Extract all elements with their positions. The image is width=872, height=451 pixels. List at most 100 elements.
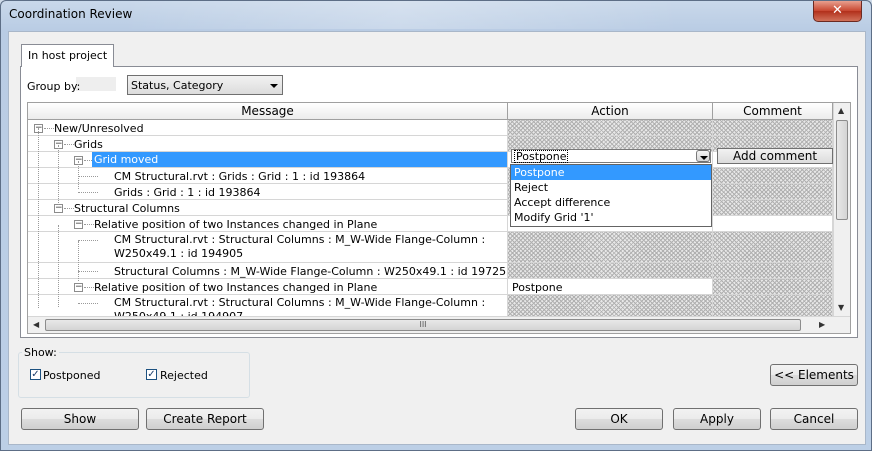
vertical-scroll-thumb[interactable]	[836, 120, 848, 220]
vertical-scrollbar[interactable]: ▲ ▼	[833, 103, 850, 316]
message-cell[interactable]: − Relative position of two Instances chan…	[28, 279, 508, 294]
message-text: Grids	[74, 138, 103, 151]
scroll-down-icon[interactable]: ▼	[838, 303, 844, 312]
group-by-value: Status, Category	[131, 79, 224, 92]
message-cell[interactable]: − Grids	[28, 136, 508, 151]
message-text: Relative position of two Instances chang…	[94, 281, 378, 294]
message-cell[interactable]: − Grid moved	[28, 152, 508, 167]
table-row[interactable]: CM Structural.rvt : Structural Columns :…	[28, 232, 833, 263]
window-title: Coordination Review	[9, 7, 133, 21]
action-cell[interactable]	[508, 120, 713, 135]
table-row[interactable]: Structural Columns : M_W-Wide Flange-Col…	[28, 263, 833, 279]
table-row[interactable]: − Grid moved	[28, 152, 833, 168]
table-row[interactable]: CM Structural.rvt : Grids : Grid : 1 : i…	[28, 168, 833, 184]
tree-guide-line	[78, 161, 79, 189]
message-text: Grids : Grid : 1 : id 193864	[114, 186, 261, 199]
group-by-select[interactable]: Status, Category	[127, 75, 283, 95]
comment-cell[interactable]	[713, 184, 833, 199]
rejected-label[interactable]: Rejected	[160, 369, 208, 382]
message-cell[interactable]: − Relative position of two Instances chan…	[28, 216, 508, 231]
message-text: CM Structural.rvt : Grids : Grid : 1 : i…	[114, 170, 366, 183]
tree-connector	[78, 192, 98, 193]
comment-cell[interactable]	[713, 216, 833, 231]
group-by-label: Group by:	[27, 80, 81, 93]
tree-connector	[84, 287, 94, 288]
action-cell[interactable]	[508, 263, 713, 278]
tab-panel: Group by: Status, Category Message Actio…	[20, 66, 858, 338]
dropdown-option[interactable]: Reject	[511, 180, 711, 195]
action-cell[interactable]: Postpone	[508, 279, 713, 294]
dropdown-option[interactable]: Modify Grid '1'	[511, 210, 711, 225]
collapse-toggle-icon[interactable]: −	[54, 204, 63, 213]
tree-guide-line	[78, 241, 79, 281]
messages-grid: Message Action Comment − New/Unresolved − G…	[27, 102, 851, 334]
message-cell[interactable]: CM Structural.rvt : Grids : Grid : 1 : i…	[28, 168, 508, 183]
tab-in-host-project[interactable]: In host project	[21, 44, 115, 67]
column-header-message[interactable]: Message	[28, 103, 508, 120]
titlebar-background	[121, 1, 681, 29]
cancel-button[interactable]: Cancel	[770, 408, 858, 430]
close-button[interactable]: ✕	[813, 1, 862, 22]
action-dropdown[interactable]: Postpone	[511, 149, 711, 163]
action-cell[interactable]	[508, 232, 713, 262]
comment-cell[interactable]	[713, 279, 833, 294]
scroll-left-icon[interactable]: ◀	[33, 320, 39, 329]
tree-guide-line	[58, 225, 59, 307]
column-header-action[interactable]: Action	[508, 103, 713, 120]
table-row[interactable]: − Relative position of two Instances chan…	[28, 216, 833, 232]
action-value: Postpone	[512, 281, 563, 294]
comment-cell[interactable]	[713, 232, 833, 262]
comment-cell[interactable]	[713, 120, 833, 135]
dropdown-arrow-icon[interactable]	[696, 150, 710, 162]
tree-connector	[78, 240, 98, 241]
comment-cell[interactable]	[713, 263, 833, 278]
table-row[interactable]: − New/Unresolved	[28, 120, 833, 136]
check-icon: ✓	[147, 369, 156, 380]
tree-connector	[44, 128, 54, 129]
horizontal-scroll-thumb[interactable]: III	[45, 319, 801, 331]
dialog-client-area: In host project Group by: Status, Catego…	[8, 31, 866, 445]
show-group-label: Show:	[22, 346, 59, 359]
scroll-right-icon[interactable]: ▶	[819, 320, 825, 329]
message-text: CM Structural.rvt : Structural Columns :…	[114, 233, 486, 260]
action-dropdown-value: Postpone	[514, 150, 569, 163]
elements-button[interactable]: << Elements	[770, 364, 858, 386]
table-row[interactable]: − Grids	[28, 136, 833, 152]
group-by-label-background	[76, 77, 116, 91]
message-cell[interactable]: Grids : Grid : 1 : id 193864	[28, 184, 508, 199]
tree-connector	[78, 271, 98, 272]
column-header-comment[interactable]: Comment	[713, 103, 833, 120]
create-report-button[interactable]: Create Report	[146, 408, 264, 430]
comment-cell[interactable]	[713, 168, 833, 183]
show-button[interactable]: Show	[21, 408, 139, 430]
comment-cell[interactable]	[713, 200, 833, 215]
message-text: Structural Columns	[74, 202, 180, 215]
postponed-label[interactable]: Postponed	[43, 369, 100, 382]
message-cell[interactable]: Structural Columns : M_W-Wide Flange-Col…	[28, 263, 508, 278]
message-text: New/Unresolved	[54, 122, 144, 135]
tree-connector	[78, 176, 98, 177]
message-text: Relative position of two Instances chang…	[94, 218, 378, 231]
message-cell[interactable]: CM Structural.rvt : Structural Columns :…	[28, 232, 508, 262]
tree-connector	[64, 208, 74, 209]
table-row[interactable]: − Structural Columns	[28, 200, 833, 216]
ok-button[interactable]: OK	[575, 408, 663, 430]
collapse-toggle-icon[interactable]: −	[74, 283, 83, 292]
scroll-up-icon[interactable]: ▲	[838, 106, 844, 115]
tree-guide-line	[58, 145, 59, 205]
scroll-grip: III	[419, 320, 427, 329]
add-comment-button[interactable]: Add comment	[717, 148, 833, 164]
message-cell[interactable]: − Structural Columns	[28, 200, 508, 215]
postponed-checkbox[interactable]: ✓	[30, 369, 41, 380]
message-cell[interactable]: − New/Unresolved	[28, 120, 508, 135]
apply-button[interactable]: Apply	[673, 408, 761, 430]
rejected-checkbox[interactable]: ✓	[146, 369, 157, 380]
tree-connector	[64, 144, 74, 145]
collapse-toggle-icon[interactable]: −	[74, 220, 83, 229]
horizontal-scrollbar[interactable]: ◀ III ▶	[28, 316, 850, 333]
table-row[interactable]: − Relative position of two Instances chan…	[28, 279, 833, 295]
message-text: Grid moved	[92, 152, 507, 167]
table-row[interactable]: Grids : Grid : 1 : id 193864	[28, 184, 833, 200]
dropdown-option[interactable]: Postpone	[511, 165, 711, 180]
dropdown-option[interactable]: Accept difference	[511, 195, 711, 210]
